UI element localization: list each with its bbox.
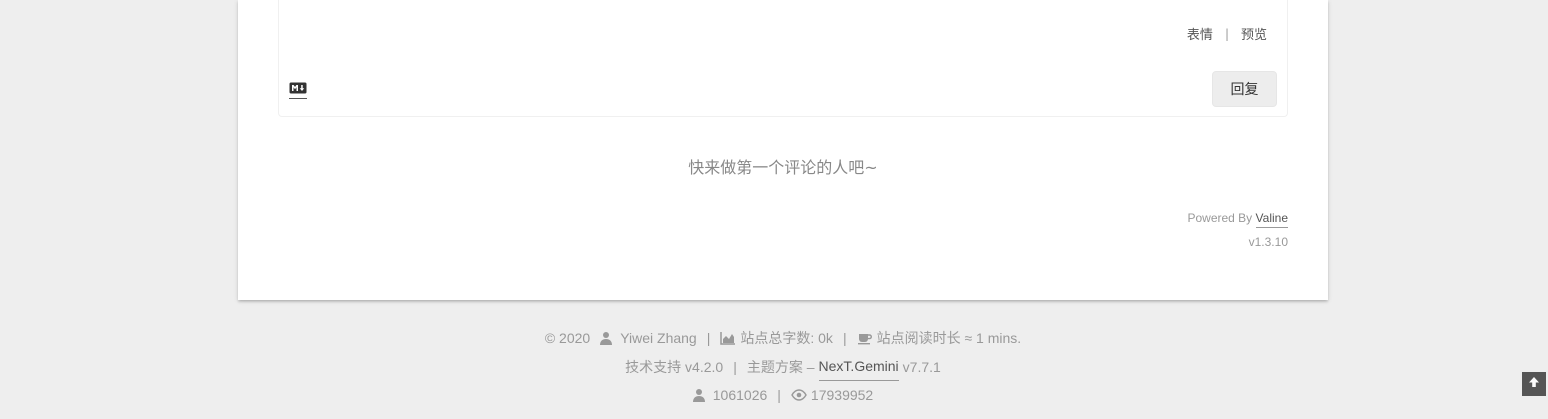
resize-handle-icon[interactable]: ⁾⁾ [1272, 0, 1277, 2]
editor-toolbar: 表情 | 预览 [1187, 24, 1267, 44]
view-count: 17939952 [810, 387, 874, 403]
site-footer: © 2020 Yiwei Zhang | 站点总字数: 0k | 站点阅读时长 … [0, 324, 1548, 409]
back-to-top-button[interactable] [1522, 372, 1546, 396]
theme-link[interactable]: NexT.Gemini [818, 352, 899, 381]
reply-button[interactable]: 回复 [1212, 71, 1277, 107]
user-icon [692, 388, 707, 402]
theme-prefix: 主题方案 – [746, 358, 815, 375]
footer-divider: | [733, 358, 737, 375]
visitor-count: 1061026 [712, 387, 768, 403]
copyright: © 2020 [544, 330, 591, 346]
post-card: ⁾⁾ 表情 | 预览 回复 快来做第一个评论的人吧~ Powered By Va… [238, 0, 1328, 300]
toolbar-separator: | [1224, 26, 1229, 41]
markdown-icon[interactable] [289, 82, 307, 99]
author-name: Yiwei Zhang [620, 330, 697, 346]
word-count: 站点总字数: 0k [740, 330, 833, 346]
user-icon [600, 331, 614, 345]
footer-line-powered: 技术支持 v4.2.0 | 主题方案 – NexT.Gemini v7.7.1 [0, 352, 1548, 381]
coffee-icon [857, 331, 872, 345]
tech-support: 技术支持 v4.2.0 [625, 358, 724, 375]
eye-icon [791, 388, 807, 402]
arrow-up-icon [1528, 375, 1540, 393]
footer-divider: | [777, 387, 781, 403]
footer-divider: | [706, 330, 711, 346]
footer-line-copyright: © 2020 Yiwei Zhang | 站点总字数: 0k | 站点阅读时长 … [0, 324, 1548, 352]
preview-button[interactable]: 预览 [1241, 24, 1267, 43]
reading-time: 站点阅读时长 ≈ 1 mins. [876, 330, 1022, 346]
valine-link[interactable]: Valine [1255, 211, 1288, 228]
footer-divider: | [842, 330, 847, 346]
powered-by: Powered By Valine v1.3.10 [1187, 209, 1288, 251]
valine-version: v1.3.10 [1248, 235, 1288, 249]
footer-line-stats: 1061026 | 17939952 [0, 381, 1548, 409]
powered-by-prefix: Powered By [1187, 211, 1253, 225]
empty-comments-message: 快来做第一个评论的人吧~ [688, 158, 878, 177]
emoji-button[interactable]: 表情 [1187, 24, 1213, 43]
theme-version: v7.7.1 [902, 358, 941, 375]
area-chart-icon [720, 331, 736, 345]
comment-editor: ⁾⁾ 表情 | 预览 回复 [278, 0, 1288, 117]
